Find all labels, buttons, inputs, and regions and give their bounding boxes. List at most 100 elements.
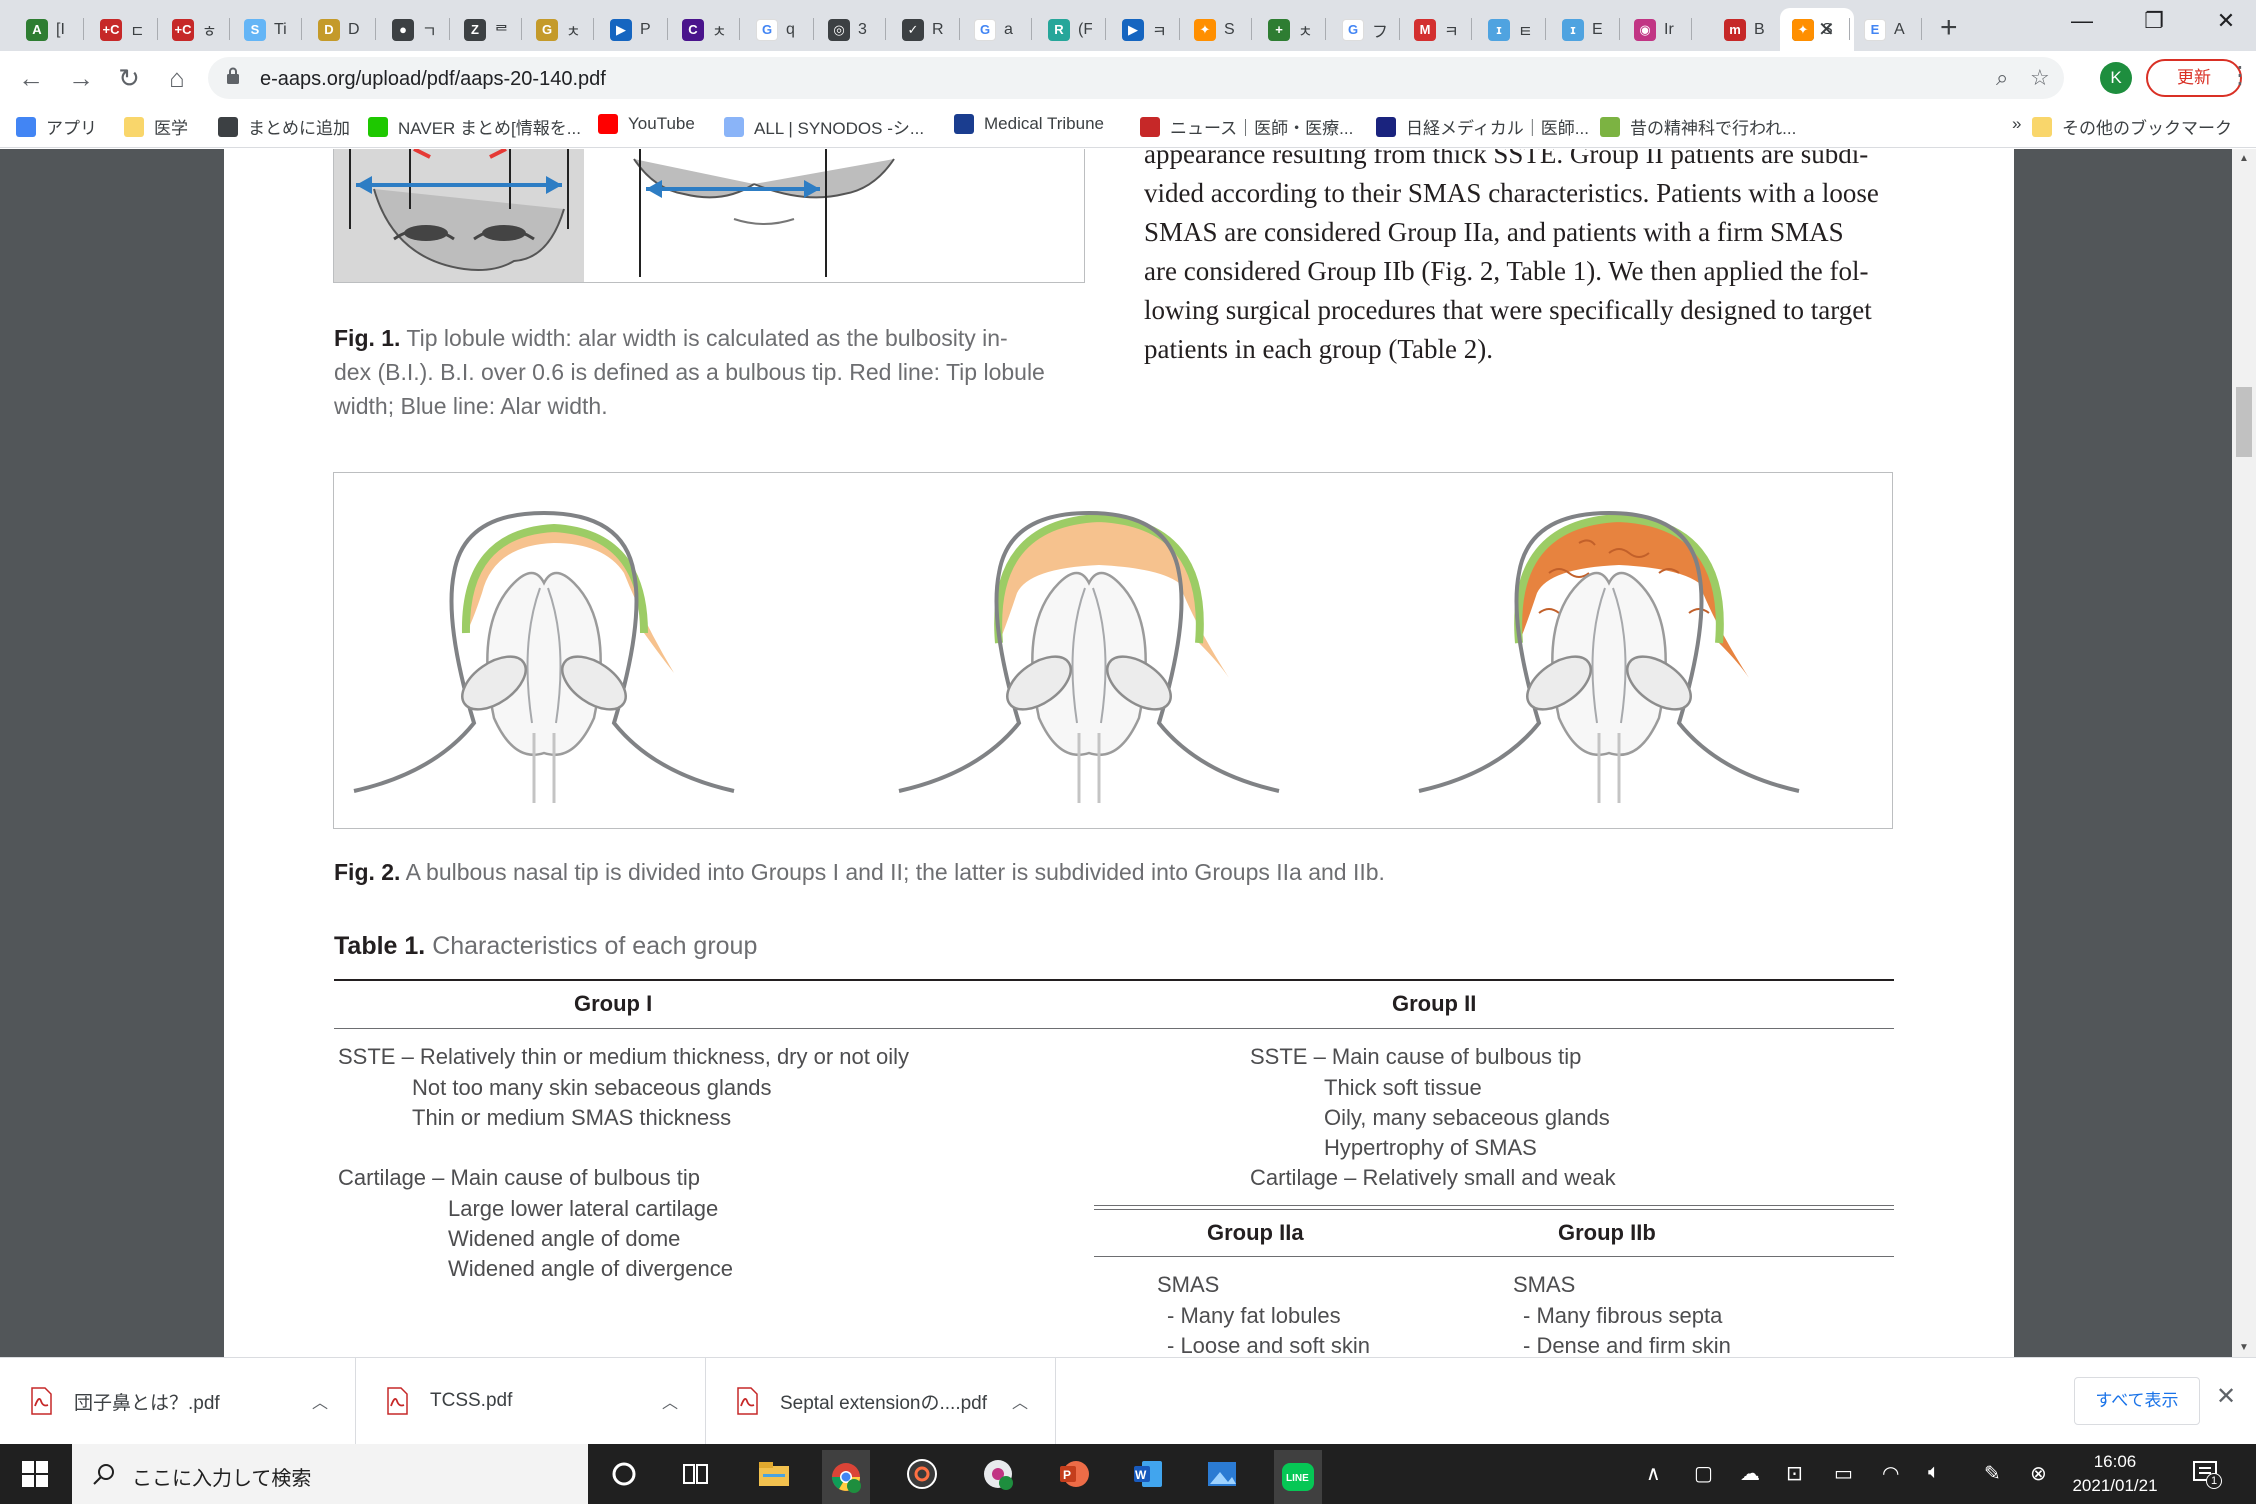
browser-tab[interactable]: ✦ S [1780,8,1850,51]
bookmark-item[interactable]: Medical Tribune [954,114,1104,134]
browser-tab[interactable]: R (F [1036,8,1106,51]
home-button[interactable]: ⌂ [162,63,192,94]
back-button[interactable]: ← [16,63,46,94]
screen-capture-icon[interactable]: ⊡ [1786,1461,1803,1486]
media-player-icon[interactable] [898,1450,946,1498]
scroll-up-icon[interactable]: ▲ [2239,153,2249,164]
tab-separator [1691,18,1692,40]
bookmark-item[interactable]: NAVER まとめ[情報を... [368,114,581,139]
scroll-down-icon[interactable]: ▼ [2239,1342,2249,1353]
close-downloads-icon[interactable]: ✕ [2216,1382,2236,1411]
browser-tab[interactable]: +C ㅎ [160,8,230,51]
task-view-icon[interactable] [672,1450,720,1498]
browser-tab[interactable]: ◎ 3 [816,8,886,51]
browser-tab[interactable]: ▶ P [598,8,668,51]
bookmark-star-icon[interactable]: ☆ [2030,65,2050,91]
browser-tab[interactable]: ◉ Ir [1622,8,1692,51]
address-bar[interactable]: e-aaps.org/upload/pdf/aaps-20-140.pdf ⌕ … [208,57,2064,99]
error-icon[interactable]: ⊗ [2030,1461,2047,1486]
browser-tab[interactable]: Mㅋ [1402,8,1472,51]
body-line: vided according to their SMAS characteri… [1144,178,1879,208]
forward-button[interactable]: → [66,63,96,94]
bookmark-item[interactable]: YouTube [598,114,695,134]
bookmark-item[interactable]: 日経メディカル｜医師... [1376,114,1589,139]
bookmark-item[interactable]: ALL | SYNODOS -シ... [724,114,924,139]
close-window-button[interactable]: ✕ [2206,8,2246,34]
caption-line: width; Blue line: Alar width. [334,393,608,419]
tab-favicon-icon: ✓ [902,18,924,41]
figure-2-caption-label: Fig. 2. [334,859,401,885]
tab-favicon-icon: R [1048,18,1070,41]
meet-now-icon[interactable]: ▢ [1694,1461,1713,1486]
browser-tab[interactable]: +C ㄷ [88,8,158,51]
tab-title: A [1894,20,1905,38]
browser-tab[interactable]: ɪE [1550,8,1620,51]
bookmark-item[interactable]: アプリ [16,114,97,139]
browser-tab[interactable]: EA [1852,8,1922,51]
line-app-icon[interactable]: LINE [1274,1450,1322,1504]
pdf-viewer[interactable]: Fig. 1. Tip lobule width: alar width is … [0,149,2256,1357]
tab-favicon-icon: G [536,18,558,41]
downloads-bar: すべて表示 ✕ 団子鼻とは？.pdf ︿ TCSS.pdf ︿ Septal exten… [0,1357,2256,1444]
chrome-profile-icon[interactable] [974,1450,1022,1498]
minimize-button[interactable]: — [2062,8,2102,34]
notification-center-icon[interactable]: 1 [2192,1459,2222,1489]
menu-icon[interactable]: ⋮ [2228,61,2252,90]
browser-tab[interactable]: Gフ [1330,8,1400,51]
bookmark-item[interactable]: 昔の精神科で行われ... [1600,114,1796,139]
browser-tab[interactable]: + ㅊ [1256,8,1326,51]
browser-tab[interactable]: DD [306,8,376,51]
browser-tab[interactable]: mB [1712,8,1782,51]
powerpoint-icon[interactable]: P [1050,1450,1098,1498]
show-all-downloads-button[interactable]: すべて表示 [2074,1377,2200,1425]
download-menu-chevron-icon[interactable]: ︿ [312,1389,328,1413]
bookmark-item[interactable]: 医学 [124,114,188,139]
profile-avatar[interactable]: K [2100,62,2132,94]
show-hidden-icons-icon[interactable]: ∧ [1646,1461,1661,1486]
scrollbar[interactable]: ▲ ▼ [2232,149,2256,1357]
tab-title: a [1004,20,1013,38]
bookmarks-overflow-button[interactable]: » [2012,114,2021,134]
browser-tab[interactable]: Gq [744,8,814,51]
tab-title: Ti [274,20,287,38]
browser-tab[interactable]: ● ㄱ [380,8,450,51]
cortana-icon[interactable] [600,1450,648,1498]
battery-icon[interactable]: ▭ [1834,1461,1853,1486]
download-item[interactable]: Septal extensionの....pdf ︿ [706,1358,1056,1444]
download-menu-chevron-icon[interactable]: ︿ [1012,1389,1028,1413]
wifi-icon[interactable]: ◠ [1882,1461,1899,1486]
browser-tab[interactable]: ✦ S [1182,8,1252,51]
system-clock[interactable]: 16:06 2021/01/21 [2070,1450,2160,1498]
new-tab-button[interactable]: + [1940,11,1958,45]
bookmark-other[interactable]: その他のブックマーク [2032,114,2232,139]
browser-tab[interactable]: Cㅊ [670,8,740,51]
zoom-icon[interactable]: ⌕ [1996,65,2008,91]
windows-start-icon[interactable] [22,1461,48,1487]
volume-muted-icon[interactable]: 🔈︎ [1928,1461,1940,1484]
browser-tab[interactable]: ✓ R [890,8,960,51]
tab-separator [739,18,740,40]
taskbar-search[interactable]: ここに入力して検索 [72,1444,588,1504]
file-explorer-icon[interactable] [750,1450,798,1498]
browser-tab[interactable]: ▶ ㅋ [1110,8,1180,51]
reload-button[interactable]: ↻ [114,63,144,94]
browser-tab[interactable]: ɪㅌ [1476,8,1546,51]
browser-tab[interactable]: A [I [14,8,84,51]
browser-tab[interactable]: S Ti [232,8,302,51]
bookmark-item[interactable]: ニュース｜医師・医療... [1140,114,1353,139]
scrollbar-thumb[interactable] [2236,387,2252,457]
restore-button[interactable]: ❐ [2134,8,2174,34]
download-menu-chevron-icon[interactable]: ︿ [662,1389,678,1413]
word-icon[interactable]: W [1124,1450,1172,1498]
photos-icon[interactable] [1198,1450,1246,1498]
download-item[interactable]: 団子鼻とは？.pdf ︿ [0,1358,356,1444]
download-item[interactable]: TCSS.pdf ︿ [356,1358,706,1444]
bookmark-item[interactable]: まとめに追加 [218,114,350,139]
browser-tab[interactable]: Ga [962,8,1032,51]
browser-tab[interactable]: Gㅊ [524,8,594,51]
browser-tab[interactable]: Zᄅ [452,8,522,51]
pen-icon[interactable]: ✎ [1984,1461,2001,1486]
table-top-rule [334,979,1894,981]
onedrive-icon[interactable]: ☁ [1740,1461,1760,1486]
chrome-icon[interactable] [822,1450,870,1504]
